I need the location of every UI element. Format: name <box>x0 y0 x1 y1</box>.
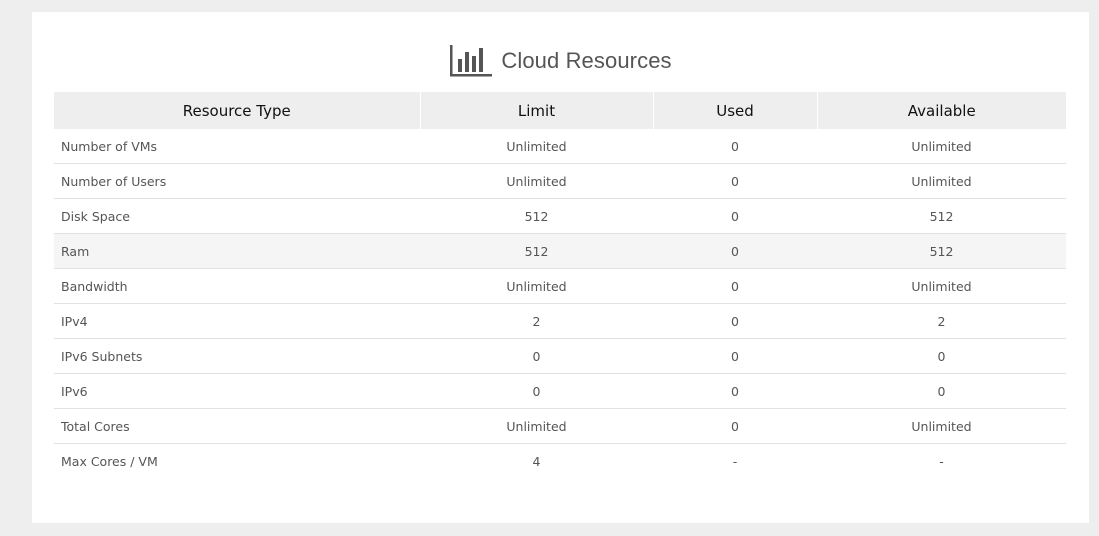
cell-available: 512 <box>817 198 1066 234</box>
cell-used: 0 <box>653 338 817 374</box>
cell-available: 512 <box>817 233 1066 269</box>
cell-used: - <box>732 453 738 469</box>
table-header-row: Resource Type Limit Used Available <box>54 92 1066 129</box>
cell-type: IPv4 <box>54 303 420 339</box>
table-row: Bandwidth Unlimited 0 Unlimited <box>54 268 1066 304</box>
cell-used: 0 <box>653 303 817 339</box>
cell-type: Total Cores <box>54 408 420 444</box>
table-row: IPv6 Subnets 0 0 0 <box>54 338 1066 374</box>
cell-type: Number of VMs <box>54 129 420 164</box>
cell-limit: Unlimited <box>420 129 653 164</box>
cell-available: Unlimited <box>817 408 1066 444</box>
cell-type: Max Cores / VM <box>61 453 158 469</box>
column-header-resource-type: Resource Type <box>54 92 421 129</box>
panel-title: Cloud Resources <box>501 48 672 73</box>
cell-available: Unlimited <box>817 163 1066 199</box>
bar-chart-icon <box>449 43 493 79</box>
cell-limit: 4 <box>532 453 541 469</box>
table-row: Disk Space 512 0 512 <box>54 198 1066 234</box>
cell-type: IPv6 Subnets <box>54 338 420 374</box>
resources-table: Resource Type Limit Used Available Number o… <box>54 92 1066 478</box>
cell-available: 2 <box>817 303 1066 339</box>
cell-type: Ram <box>54 233 420 269</box>
cell-used: 0 <box>653 268 817 304</box>
cell-used: 0 <box>653 233 817 269</box>
column-header-available: Available <box>817 92 1066 129</box>
cell-used: 0 <box>653 373 817 409</box>
cell-limit: 0 <box>420 373 653 409</box>
cell-type: Disk Space <box>54 198 420 234</box>
cell-available: Unlimited <box>817 129 1066 164</box>
cell-used: 0 <box>653 198 817 234</box>
table-row: Total Cores Unlimited 0 Unlimited <box>54 408 1066 444</box>
cell-used: 0 <box>653 408 817 444</box>
table-row: Number of Users Unlimited 0 Unlimited <box>54 163 1066 199</box>
cell-available: 0 <box>817 338 1066 374</box>
cell-used: 0 <box>653 163 817 199</box>
cell-used: 0 <box>653 129 817 164</box>
cell-type: Bandwidth <box>54 268 420 304</box>
cell-limit: 2 <box>420 303 653 339</box>
cell-type: Number of Users <box>54 163 420 199</box>
cell-limit: Unlimited <box>420 408 653 444</box>
cloud-resources-panel: Cloud Resources Resource Type Limit Used Av… <box>32 12 1089 523</box>
cell-available: Unlimited <box>817 268 1066 304</box>
cell-limit: 512 <box>420 233 653 269</box>
cell-limit: Unlimited <box>420 268 653 304</box>
cell-available: 0 <box>817 373 1066 409</box>
cell-limit: 512 <box>420 198 653 234</box>
panel-header: Cloud Resources <box>32 40 1089 82</box>
column-header-used: Used <box>653 92 818 129</box>
column-header-limit: Limit <box>420 92 654 129</box>
table-body: Number of VMs Unlimited 0 Unlimited Number o… <box>54 129 1066 478</box>
table-row: Number of VMs Unlimited 0 Unlimited <box>54 129 1066 164</box>
table-row: Ram 512 0 512 <box>54 233 1066 269</box>
table-row: Max Cores / VM 4 - - <box>54 444 1066 479</box>
table-row: IPv6 0 0 0 <box>54 373 1066 409</box>
table-row: IPv4 2 0 2 <box>54 303 1066 339</box>
cell-limit: 0 <box>420 338 653 374</box>
cell-available: - <box>939 453 944 469</box>
cell-type: IPv6 <box>54 373 420 409</box>
cell-limit: Unlimited <box>420 163 653 199</box>
